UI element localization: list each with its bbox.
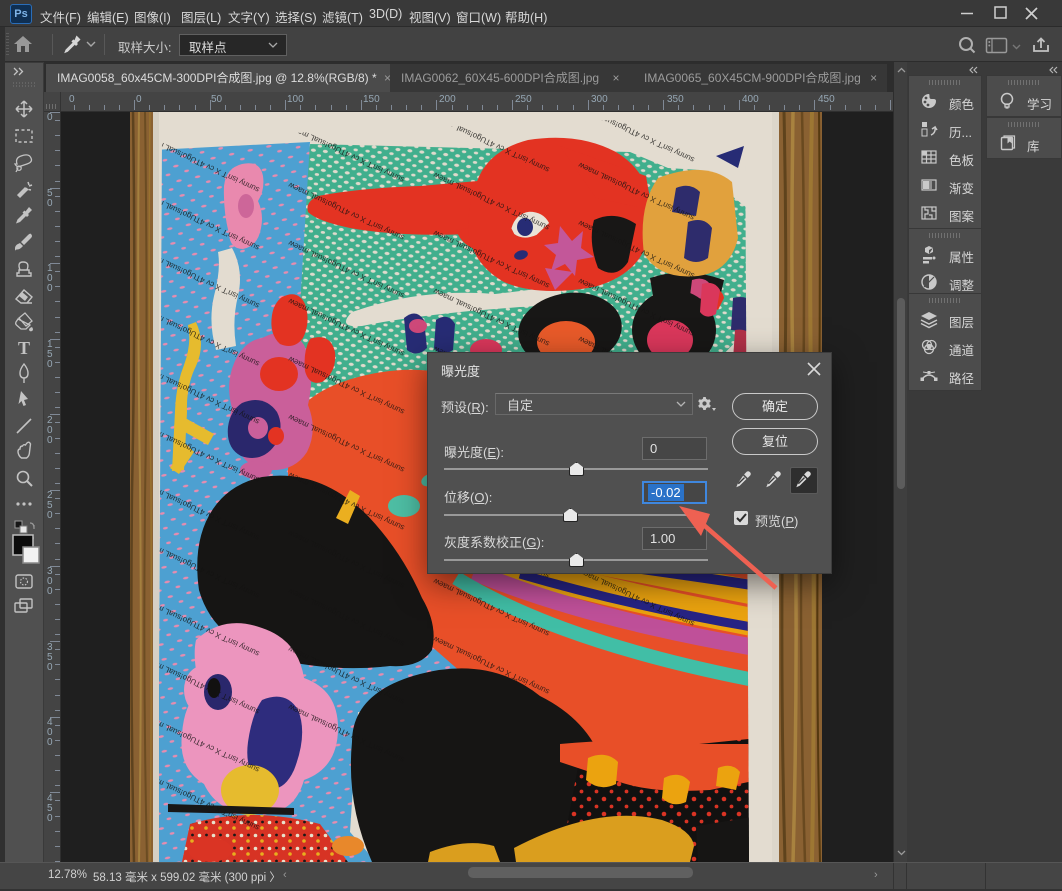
svg-text:T: T — [18, 338, 30, 358]
